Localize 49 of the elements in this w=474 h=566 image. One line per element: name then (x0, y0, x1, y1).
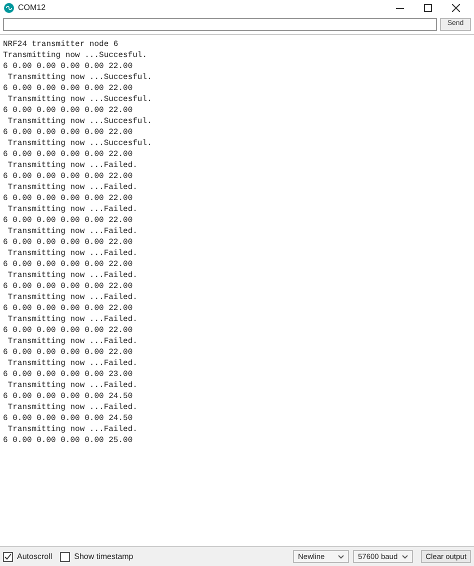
checkbox[interactable] (60, 552, 70, 562)
output-line: Transmitting now ...Failed. (6, 248, 138, 259)
output-line: Transmitting now ...Succesful. (6, 94, 152, 105)
output-line: NRF24 transmitter node 6 (3, 39, 118, 50)
output-line: 6 0.00 0.00 0.00 0.00 22.00 (3, 303, 133, 314)
checkmark-icon (4, 552, 12, 560)
output-line: 6 0.00 0.00 0.00 0.00 22.00 (3, 193, 133, 204)
output-line: Transmitting now ...Failed. (6, 270, 138, 281)
output-line: 6 0.00 0.00 0.00 0.00 24.50 (3, 391, 133, 402)
close-icon (452, 4, 460, 12)
output-line: 6 0.00 0.00 0.00 0.00 22.00 (3, 149, 133, 160)
output-line: 6 0.00 0.00 0.00 0.00 25.00 (3, 435, 133, 446)
output-line: 6 0.00 0.00 0.00 0.00 22.00 (3, 105, 133, 116)
output-line: Transmitting now ...Failed. (6, 358, 138, 369)
output-line: 6 0.00 0.00 0.00 0.00 22.00 (3, 171, 133, 182)
output-line: Transmitting now ...Failed. (6, 380, 138, 391)
maximize-icon (424, 4, 432, 12)
output-line: Transmitting now ...Succesful. (6, 138, 152, 149)
output-line: 6 0.00 0.00 0.00 0.00 22.00 (3, 259, 133, 270)
output-line: 6 0.00 0.00 0.00 0.00 22.00 (3, 61, 133, 72)
chevron-down-icon (402, 554, 408, 558)
output-line: 6 0.00 0.00 0.00 0.00 22.00 (3, 83, 133, 94)
output-line: Transmitting now ...Succesful. (3, 50, 148, 61)
message-field[interactable] (3, 18, 437, 31)
app-logo-icon (4, 3, 14, 13)
output-line: 6 0.00 0.00 0.00 0.00 22.00 (3, 325, 133, 336)
output-line: Transmitting now ...Failed. (6, 314, 138, 325)
output-line: 6 0.00 0.00 0.00 0.00 22.00 (3, 215, 133, 226)
output-line: 6 0.00 0.00 0.00 0.00 22.00 (3, 347, 133, 358)
output-line: 6 0.00 0.00 0.00 0.00 22.00 (3, 127, 133, 138)
window-title: COM12 (18, 2, 46, 14)
output-line: Transmitting now ...Failed. (6, 402, 138, 413)
output-line: Transmitting now ...Failed. (6, 160, 138, 171)
output-line: 6 0.00 0.00 0.00 0.00 22.00 (3, 237, 133, 248)
output-line: 6 0.00 0.00 0.00 0.00 22.00 (3, 281, 133, 292)
output-line: Transmitting now ...Failed. (6, 226, 138, 237)
output-line: Transmitting now ...Failed. (6, 182, 138, 193)
output-line: 6 0.00 0.00 0.00 0.00 24.50 (3, 413, 133, 424)
output-line: Transmitting now ...Failed. (6, 292, 138, 303)
output-line: Transmitting now ...Succesful. (6, 72, 152, 83)
chevron-down-icon (338, 554, 344, 558)
checkbox-label: Autoscroll (17, 550, 52, 562)
output-line: Transmitting now ...Succesful. (6, 116, 152, 127)
checkbox-label: Show timestamp (74, 550, 134, 562)
output-line: Transmitting now ...Failed. (6, 424, 138, 435)
checkbox[interactable] (3, 552, 13, 562)
output-line: Transmitting now ...Failed. (6, 336, 138, 347)
output-line: Transmitting now ...Failed. (6, 204, 138, 215)
output-line: 6 0.00 0.00 0.00 0.00 23.00 (3, 369, 133, 380)
